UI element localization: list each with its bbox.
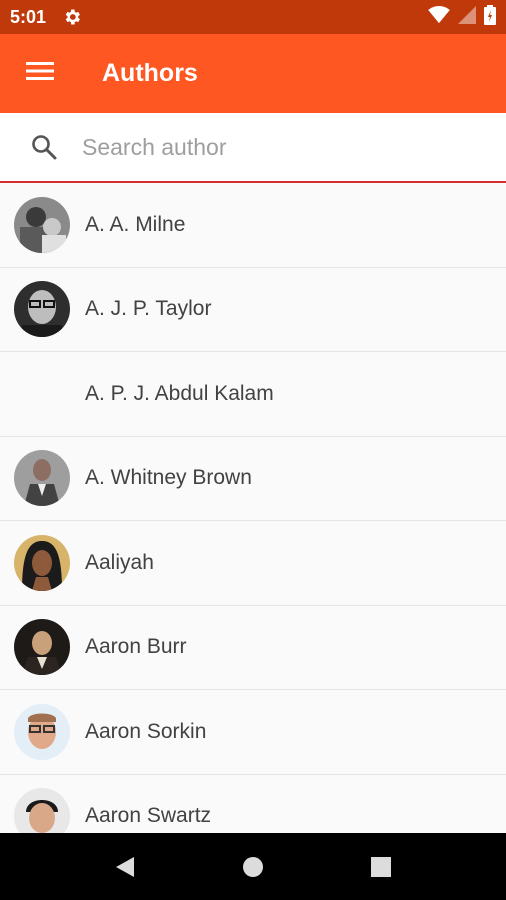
home-button[interactable] [233, 847, 273, 887]
avatar [14, 450, 70, 507]
author-list[interactable]: A. A. Milne A. J. P. Taylor A. P. J. Abd… [0, 183, 506, 833]
back-icon [116, 856, 134, 877]
avatar [14, 534, 70, 591]
status-bar: 5:01 [0, 0, 506, 34]
menu-icon [26, 61, 54, 86]
back-button[interactable] [105, 847, 145, 887]
list-item[interactable]: A. P. J. Abdul Kalam [0, 352, 506, 437]
author-name: Aaliyah [85, 550, 154, 574]
avatar [14, 788, 70, 833]
home-icon [243, 856, 263, 877]
menu-button[interactable] [0, 34, 80, 113]
list-item[interactable]: Aaron Burr [0, 606, 506, 690]
list-item[interactable]: Aaron Sorkin [0, 690, 506, 775]
list-item[interactable]: Aaron Swartz [0, 775, 506, 833]
avatar [14, 619, 70, 676]
author-name: A. P. J. Abdul Kalam [85, 381, 274, 405]
author-name: A. Whitney Brown [85, 466, 252, 490]
app-bar: Authors [0, 34, 506, 113]
gear-icon [62, 7, 82, 27]
author-name: A. J. P. Taylor [85, 297, 212, 321]
wifi-icon [428, 5, 450, 29]
author-name: Aaron Burr [85, 635, 187, 659]
battery-icon [484, 4, 496, 30]
list-item[interactable]: Aaliyah [0, 521, 506, 606]
signal-icon [458, 5, 476, 29]
list-item[interactable]: A. A. Milne [0, 183, 506, 268]
recents-button[interactable] [361, 847, 401, 887]
recents-icon [371, 856, 391, 877]
author-name: Aaron Sorkin [85, 719, 207, 743]
author-name: Aaron Swartz [85, 804, 212, 828]
page-title: Authors [102, 59, 198, 87]
navigation-bar [0, 833, 506, 900]
avatar [14, 366, 70, 422]
search-bar [0, 113, 506, 183]
list-item[interactable]: A. J. P. Taylor [0, 268, 506, 352]
author-name: A. A. Milne [85, 212, 186, 236]
search-icon [30, 133, 58, 161]
search-input[interactable] [80, 132, 464, 162]
avatar [14, 703, 70, 760]
avatar [14, 281, 70, 338]
status-time: 5:01 [10, 6, 47, 27]
list-item[interactable]: A. Whitney Brown [0, 437, 506, 521]
avatar [14, 196, 70, 253]
